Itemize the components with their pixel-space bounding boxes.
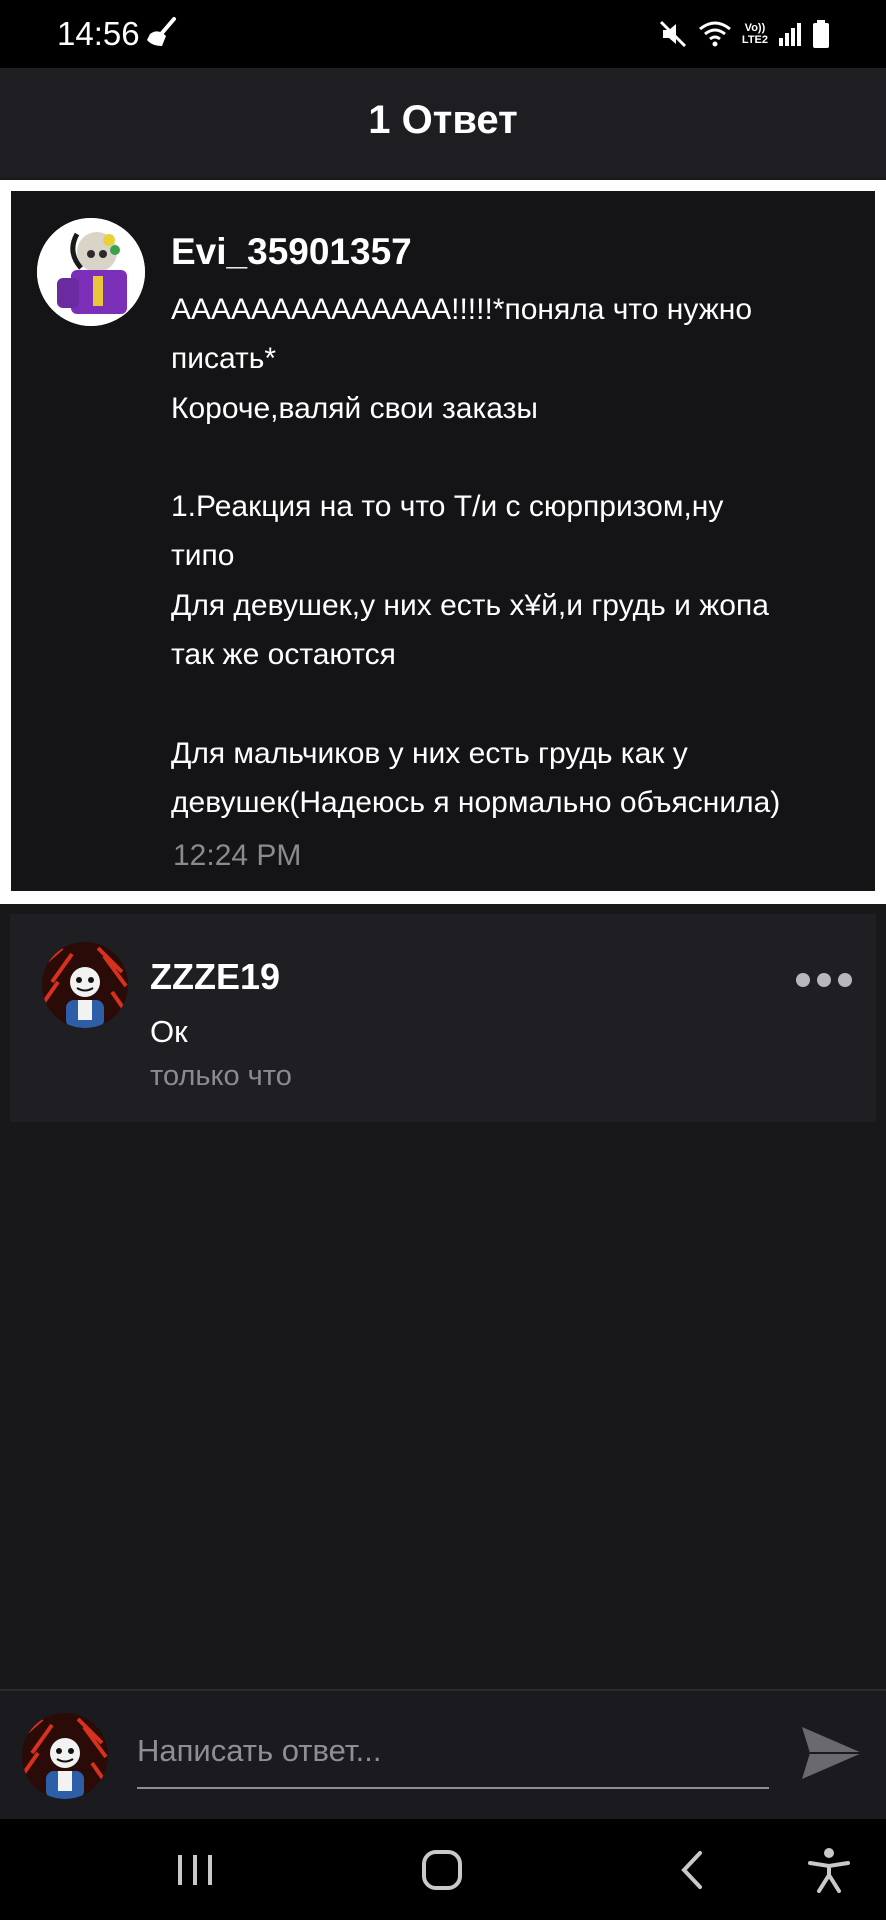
lte-bottom-label: LTE2: [741, 34, 768, 46]
post-line: Короче,валяй свои заказы: [171, 391, 538, 425]
system-nav-bar: [0, 1819, 886, 1920]
post-body: AAAAAAAAAAAAAA!!!!!*поняла что нужно пис…: [171, 285, 871, 827]
compose-bar: [0, 1689, 886, 1819]
reply-author[interactable]: ZZZE19: [150, 956, 280, 998]
reply-item[interactable]: ZZZE19 Ок только что: [10, 914, 876, 1122]
post-line: так же остаются: [171, 638, 396, 672]
home-icon[interactable]: [418, 1847, 468, 1893]
header: 1 Ответ: [0, 68, 886, 178]
more-options-button[interactable]: [796, 968, 852, 992]
accessibility-icon[interactable]: [804, 1847, 854, 1893]
post-line: 1.Реакция на то что Т/и с сюрпризом,ну: [171, 490, 724, 524]
post-line: Для девушек,у них есть х¥й,и грудь и жоп…: [171, 588, 769, 622]
avatar-image: [37, 218, 145, 326]
post-line: AAAAAAAAAAAAAA!!!!!*поняла что нужно: [171, 293, 753, 326]
post-line: [171, 433, 871, 482]
avatar[interactable]: [37, 218, 145, 326]
original-post-highlight: Evi_35901357 AAAAAAAAAAAAAA!!!!!*поняла …: [0, 180, 886, 904]
avatar-image: [22, 1713, 108, 1799]
wifi-icon: [698, 21, 731, 47]
avatar: [22, 1713, 108, 1799]
status-bar: 14:56 Vo)) LTE2: [0, 0, 886, 68]
lte-indicator: Vo)) LTE2: [742, 22, 768, 46]
page-title: 1 Ответ: [368, 98, 518, 142]
mute-icon: [659, 20, 686, 48]
avatar-image: [42, 942, 128, 1028]
more-dot: [796, 973, 810, 987]
post-line: писать*: [171, 342, 277, 376]
status-icons: Vo)) LTE2: [658, 16, 830, 52]
status-time: 14:56: [57, 15, 140, 52]
post-line: [171, 679, 871, 728]
avatar[interactable]: [42, 942, 128, 1028]
reply-text: Ок: [150, 1014, 188, 1049]
battery-icon: [813, 20, 829, 48]
reply-timestamp: только что: [150, 1060, 292, 1092]
signal-icon: [779, 23, 801, 46]
back-icon[interactable]: [668, 1847, 718, 1893]
post-line: Для мальчиков у них есть грудь как у: [171, 736, 688, 770]
more-dot: [817, 973, 831, 987]
recents-icon[interactable]: [170, 1847, 220, 1893]
send-icon[interactable]: [800, 1723, 864, 1783]
post-line: типо: [171, 539, 235, 573]
broom-icon: [147, 17, 176, 46]
post-author[interactable]: Evi_35901357: [171, 231, 412, 273]
post-timestamp: 12:24 PM: [173, 839, 302, 872]
reply-input[interactable]: [137, 1715, 769, 1789]
lte-top-label: Vo)): [744, 22, 766, 34]
more-dot: [838, 973, 852, 987]
original-post[interactable]: Evi_35901357 AAAAAAAAAAAAAA!!!!!*поняла …: [11, 191, 875, 891]
post-line: девушек(Надеюсь я нормально объяснила): [171, 785, 781, 819]
